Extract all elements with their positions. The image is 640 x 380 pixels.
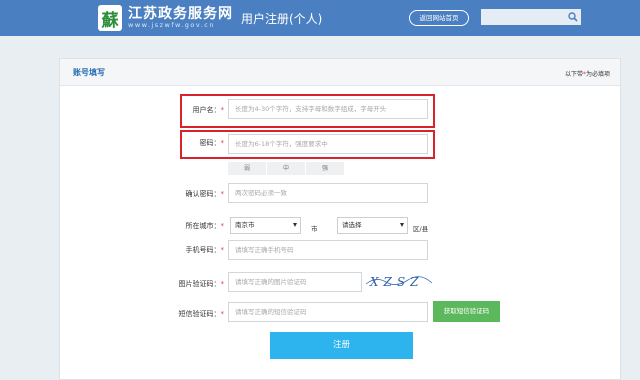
required-note-prefix: 以下带 xyxy=(564,71,583,78)
dropdown-arrow-icon xyxy=(400,223,404,227)
district-unit: 区/县 xyxy=(413,225,429,233)
confirm-password-label-text: 确认密码： xyxy=(185,190,221,198)
search-icon xyxy=(567,12,578,22)
logo-glyph: 蘇 xyxy=(101,10,119,31)
sms-code-label: 短信验证码：* xyxy=(179,309,225,319)
phone-input[interactable] xyxy=(228,240,428,260)
password-label: 密码：* xyxy=(200,138,225,148)
username-label-text: 用户名： xyxy=(192,106,221,114)
required-star: * xyxy=(220,280,225,288)
city-select-value: 南京市 xyxy=(235,221,255,229)
required-star: * xyxy=(220,190,225,198)
required-star: * xyxy=(220,222,225,230)
password-input[interactable] xyxy=(228,134,428,154)
captcha-text: XZSZ xyxy=(369,275,423,289)
search-button[interactable] xyxy=(564,9,581,25)
required-note-suffix: 为必填项 xyxy=(585,71,610,78)
sms-code-input[interactable] xyxy=(228,302,428,322)
get-sms-code-button[interactable]: 获取短信验证码 xyxy=(433,301,500,322)
return-home-button[interactable]: 返回网站首页 xyxy=(409,10,469,26)
strength-weak: 弱 xyxy=(228,162,266,175)
captcha-image[interactable]: XZSZ xyxy=(364,270,434,292)
image-code-label-text: 图片验证码： xyxy=(178,280,221,288)
phone-label-text: 手机号码： xyxy=(185,246,221,254)
password-label-text: 密码： xyxy=(199,139,221,147)
district-select-value: 请选择 xyxy=(342,221,362,229)
required-star: * xyxy=(220,310,225,318)
panel-title: 账号填写 xyxy=(73,68,105,77)
register-button[interactable]: 注册 xyxy=(270,332,413,359)
site-logo[interactable]: 蘇 xyxy=(98,5,122,31)
username-input[interactable] xyxy=(228,99,428,119)
city-select[interactable]: 南京市 xyxy=(230,217,301,234)
phone-label: 手机号码：* xyxy=(186,245,225,255)
city-unit: 市 xyxy=(311,225,318,233)
image-code-label: 图片验证码：* xyxy=(179,279,225,289)
required-star: * xyxy=(220,106,225,114)
image-code-input[interactable] xyxy=(228,272,362,292)
sms-code-label-text: 短信验证码： xyxy=(178,310,221,318)
dropdown-arrow-icon xyxy=(293,223,297,227)
username-label: 用户名：* xyxy=(193,105,225,115)
district-select[interactable]: 请选择 xyxy=(337,217,408,234)
required-star: * xyxy=(220,246,225,254)
required-note: 以下带*为必填项 xyxy=(565,69,610,78)
required-star: * xyxy=(220,139,225,147)
top-header: 蘇 江苏政务服务网 www.jszwfw.gov.cn 用户注册(个人) 返回网… xyxy=(0,0,640,36)
page-title: 用户注册(个人) xyxy=(241,12,323,26)
strength-medium: 中 xyxy=(267,162,305,175)
confirm-password-input[interactable] xyxy=(228,183,428,203)
search-input[interactable] xyxy=(481,9,564,25)
city-label: 所在城市：* xyxy=(186,221,225,231)
city-label-text: 所在城市： xyxy=(185,222,221,230)
confirm-password-label: 确认密码：* xyxy=(186,189,225,199)
strength-strong: 强 xyxy=(306,162,344,175)
site-url: www.jszwfw.gov.cn xyxy=(128,21,216,29)
site-name[interactable]: 江苏政务服务网 xyxy=(128,3,233,23)
panel-header: 账号填写 以下带*为必填项 xyxy=(60,59,620,86)
